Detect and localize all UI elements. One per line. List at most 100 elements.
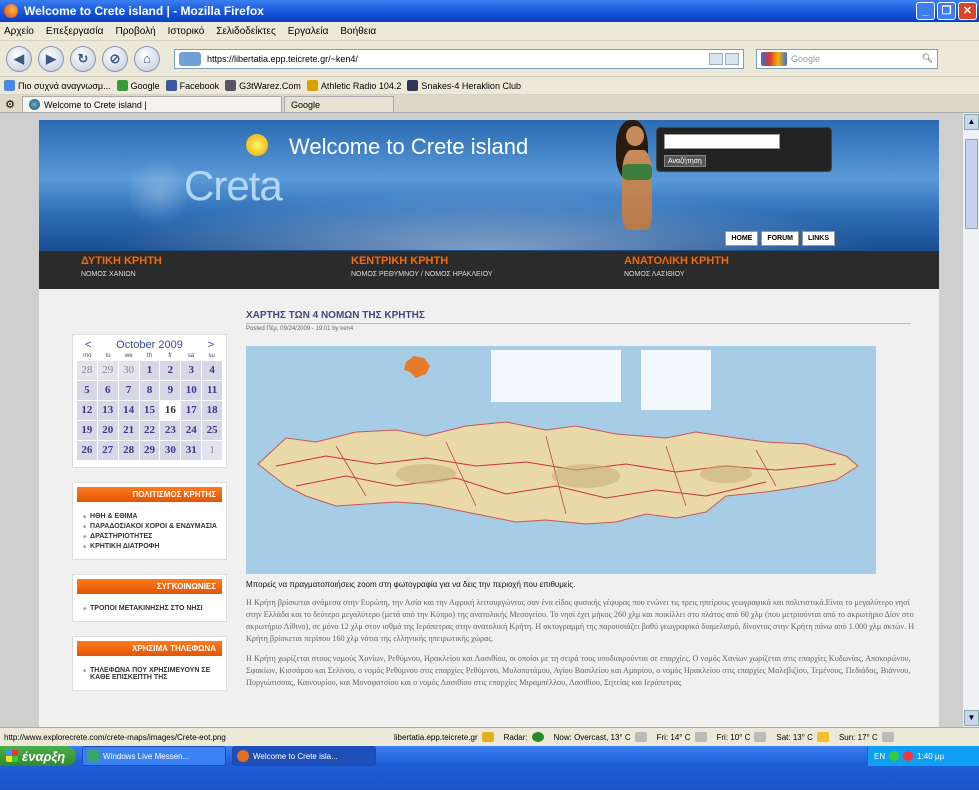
culture-link[interactable]: ΔΡΑΣΤΗΡΙΟΤΗΤΕΣ: [83, 533, 220, 540]
bookmark-item[interactable]: G3tWarez.Com: [225, 80, 301, 91]
maximize-button[interactable]: ❐: [937, 2, 956, 20]
calendar-day[interactable]: 12: [77, 401, 97, 420]
weather-fri2[interactable]: Fri: 10° C: [717, 732, 767, 742]
site-logo[interactable]: Creta: [184, 162, 283, 210]
region-title[interactable]: ΑΝΑΤΟΛΙΚΗ ΚΡΗΤΗ: [624, 255, 729, 267]
region-sub[interactable]: ΝΟΜΟΣ ΧΑΝΙΩΝ: [81, 271, 162, 278]
rss-icon[interactable]: [709, 52, 723, 65]
calendar-day[interactable]: 24: [181, 421, 202, 440]
nav-home[interactable]: HOME: [725, 231, 759, 246]
bookmark-item[interactable]: Πιο συχνά αναγνωσμ...: [4, 80, 111, 91]
taskbar-item-messenger[interactable]: Windows Live Messen...: [82, 746, 226, 766]
region-west[interactable]: ΔΥΤΙΚΗ ΚΡΗΤΗ ΝΟΜΟΣ ΧΑΝΙΩΝ: [81, 255, 162, 278]
weather-fri1[interactable]: Fri: 14° C: [657, 732, 707, 742]
calendar-day[interactable]: 15: [139, 401, 160, 420]
search-bar[interactable]: Google 🔍︎: [756, 48, 938, 69]
taskbar-item-firefox[interactable]: Welcome to Crete isla...: [232, 746, 376, 766]
site-title[interactable]: Welcome to Crete island: [289, 134, 528, 160]
calendar-day[interactable]: 9: [160, 381, 181, 400]
calendar-day[interactable]: 28: [77, 361, 97, 380]
calendar-day[interactable]: 18: [202, 401, 222, 420]
star-icon[interactable]: [725, 52, 739, 65]
region-sub[interactable]: ΝΟΜΟΣ ΡΕΘΥΜΝΟΥ / ΝΟΜΟΣ ΗΡΑΚΛΕΙΟΥ: [351, 271, 493, 278]
site-search-button[interactable]: Αναζήτηση: [664, 155, 706, 167]
language-indicator[interactable]: EN: [874, 752, 885, 761]
volume-icon[interactable]: [903, 751, 914, 761]
culture-link[interactable]: ΗΘΗ & ΕΘΙΜΑ: [83, 513, 220, 520]
phones-link[interactable]: ΤΗΛΕΦΩΝΑ ΠΟΥ ΧΡΗΣΙΜΕΥΟΥΝ ΣΕ ΚΑΘΕ ΕΠΙΣΚΕΠ…: [83, 667, 220, 681]
calendar-day[interactable]: 4: [202, 361, 222, 380]
home-button[interactable]: ⌂: [134, 45, 160, 72]
calendar-day[interactable]: 16: [160, 401, 181, 420]
region-central[interactable]: ΚΕΝΤΡΙΚΗ ΚΡΗΤΗ ΝΟΜΟΣ ΡΕΘΥΜΝΟΥ / ΝΟΜΟΣ ΗΡ…: [351, 255, 493, 278]
close-button[interactable]: ✕: [958, 2, 977, 20]
menu-history[interactable]: Ιστορικό: [168, 26, 205, 37]
calendar-day[interactable]: 1: [139, 361, 160, 380]
transport-link[interactable]: ΤΡΟΠΟΙ ΜΕΤΑΚΙΝΗΣΗΣ ΣΤΟ ΝΗΣΙ: [83, 605, 220, 612]
calendar-day[interactable]: 26: [77, 441, 97, 460]
calendar-day[interactable]: 11: [202, 381, 222, 400]
url-bar[interactable]: https://libertatia.epp.teicrete.gr/~ken4…: [174, 48, 744, 69]
calendar-day[interactable]: 1: [202, 441, 222, 460]
calendar-day[interactable]: 2: [160, 361, 181, 380]
calendar-day[interactable]: 29: [139, 441, 160, 460]
scroll-thumb[interactable]: [965, 139, 978, 229]
culture-link[interactable]: ΚΡΗΤΙΚΗ ΔΙΑΤΡΟΦΗ: [83, 543, 220, 550]
weather-now[interactable]: Now: Overcast, 13° C: [554, 732, 647, 742]
calendar-day[interactable]: 8: [139, 381, 160, 400]
calendar-day[interactable]: 13: [97, 401, 118, 420]
menu-edit[interactable]: Επεξεργασία: [46, 26, 104, 37]
calendar-day[interactable]: 21: [118, 421, 139, 440]
stop-button[interactable]: ⊘: [102, 45, 128, 72]
calendar-day[interactable]: 20: [97, 421, 118, 440]
menu-file[interactable]: Αρχείο: [4, 26, 34, 37]
reload-button[interactable]: ↻: [70, 45, 96, 72]
calendar-day[interactable]: 29: [97, 361, 118, 380]
calendar-prev[interactable]: <: [85, 339, 91, 351]
network-icon[interactable]: [889, 751, 900, 761]
scroll-down-icon[interactable]: ▼: [964, 710, 979, 726]
menu-help[interactable]: Βοήθεια: [340, 26, 376, 37]
scroll-up-icon[interactable]: ▲: [964, 114, 979, 130]
bookmark-item[interactable]: Facebook: [165, 80, 219, 91]
calendar-day[interactable]: 25: [202, 421, 222, 440]
calendar-day[interactable]: 22: [139, 421, 160, 440]
calendar-next[interactable]: >: [208, 339, 214, 351]
calendar-day[interactable]: 23: [160, 421, 181, 440]
crete-map-image[interactable]: [246, 346, 876, 574]
calendar-day[interactable]: 31: [181, 441, 202, 460]
bookmark-item[interactable]: Google: [116, 80, 160, 91]
region-title[interactable]: ΔΥΤΙΚΗ ΚΡΗΤΗ: [81, 255, 162, 267]
nav-links[interactable]: LINKS: [802, 231, 835, 246]
calendar-day[interactable]: 3: [181, 361, 202, 380]
weather-sat[interactable]: Sat: 13° C: [776, 732, 829, 742]
back-button[interactable]: ◀: [6, 45, 32, 72]
bookmark-item[interactable]: Snakes-4 Heraklion Club: [407, 80, 521, 91]
site-search-input[interactable]: [664, 134, 780, 149]
start-button[interactable]: έναρξη: [0, 746, 76, 766]
calendar-day[interactable]: 30: [118, 361, 139, 380]
calendar-day[interactable]: 5: [77, 381, 97, 400]
calendar-day[interactable]: 7: [118, 381, 139, 400]
site-identity-icon[interactable]: [179, 51, 201, 66]
search-icon[interactable]: 🔍︎: [922, 53, 933, 64]
bookmark-item[interactable]: Athletic Radio 104.2: [306, 80, 401, 91]
post-title[interactable]: ΧΑΡΤΗΣ ΤΩΝ 4 ΝΟΜΩΝ ΤΗΣ ΚΡΗΤΗΣ: [246, 310, 911, 324]
google-engine-icon[interactable]: [761, 51, 787, 66]
calendar-day[interactable]: 14: [118, 401, 139, 420]
menu-view[interactable]: Προβολή: [115, 26, 155, 37]
region-title[interactable]: ΚΕΝΤΡΙΚΗ ΚΡΗΤΗ: [351, 255, 493, 267]
tab-list-icon[interactable]: ⚙: [0, 96, 20, 112]
calendar-day[interactable]: 6: [97, 381, 118, 400]
calendar-day[interactable]: 28: [118, 441, 139, 460]
calendar-day[interactable]: 17: [181, 401, 202, 420]
culture-link[interactable]: ΠΑΡΑΔΟΣΙΑΚΟΙ ΧΟΡΟΙ & ΕΝΔΥΜΑΣΙΑ: [83, 523, 220, 530]
nav-forum[interactable]: FORUM: [761, 231, 799, 246]
region-east[interactable]: ΑΝΑΤΟΛΙΚΗ ΚΡΗΤΗ ΝΟΜΟΣ ΛΑΣΙΘΙΟΥ: [624, 255, 729, 278]
calendar-day[interactable]: 27: [97, 441, 118, 460]
page-scrollbar[interactable]: ▲ ▼: [962, 113, 979, 727]
calendar-day[interactable]: 10: [181, 381, 202, 400]
weather-sun[interactable]: Sun: 17° C: [839, 732, 894, 742]
calendar-day[interactable]: 30: [160, 441, 181, 460]
forward-button[interactable]: ▶: [38, 45, 64, 72]
